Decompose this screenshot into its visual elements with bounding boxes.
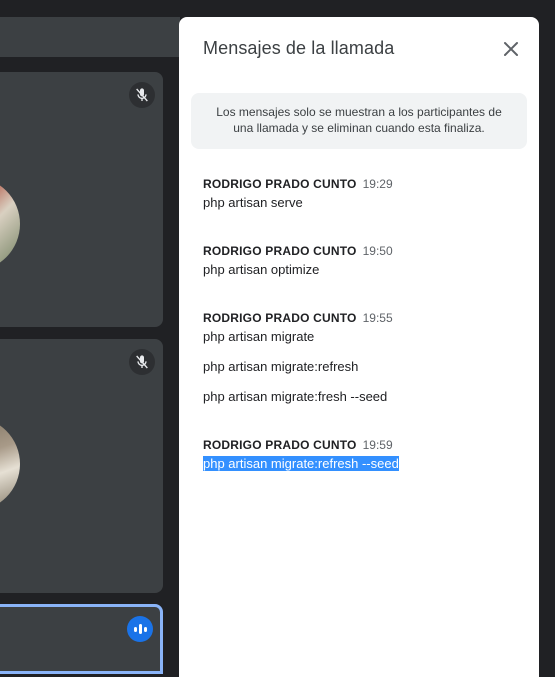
participant-avatar (0, 177, 20, 271)
message-sender: RODRIGO PRADO CUNTO (203, 311, 357, 325)
message-sender: RODRIGO PRADO CUNTO (203, 244, 357, 258)
panel-title: Mensajes de la llamada (203, 38, 395, 58)
message-sender: RODRIGO PRADO CUNTO (203, 177, 357, 191)
message-group: RODRIGO PRADO CUNTO 19:50 php artisan opt… (203, 242, 523, 279)
message-group: RODRIGO PRADO CUNTO 19:29 php artisan ser… (203, 175, 523, 212)
close-button[interactable] (499, 37, 523, 61)
message-text-selected[interactable]: php artisan migrate:refresh --seed (203, 456, 399, 471)
privacy-notice: Los mensajes solo se muestran a los part… (191, 93, 527, 149)
participant-tile-active-speaker[interactable] (0, 604, 163, 674)
participant-tile[interactable] (0, 72, 163, 327)
message-time: 19:59 (362, 438, 393, 452)
message-time: 19:29 (362, 177, 393, 191)
message-text[interactable]: php artisan migrate (203, 328, 523, 346)
chat-panel: Mensajes de la llamada Los mensajes solo… (179, 17, 539, 677)
participant-tile[interactable] (0, 339, 163, 593)
message-group: RODRIGO PRADO CUNTO 19:55 php artisan mig… (203, 309, 523, 406)
message-text[interactable]: php artisan migrate:refresh (203, 358, 523, 376)
meeting-top-bar (0, 17, 180, 57)
speaking-indicator-icon (127, 616, 153, 642)
mic-off-icon (129, 349, 155, 375)
top-strip (0, 0, 555, 17)
message-time: 19:50 (362, 244, 393, 258)
message-text[interactable]: php artisan migrate:fresh --seed (203, 388, 523, 406)
message-list: RODRIGO PRADO CUNTO 19:29 php artisan ser… (203, 175, 523, 503)
message-text[interactable]: php artisan serve (203, 194, 523, 212)
mic-off-icon (129, 82, 155, 108)
message-time: 19:55 (362, 311, 393, 325)
message-group: RODRIGO PRADO CUNTO 19:59 php artisan mig… (203, 436, 523, 473)
close-icon (504, 42, 518, 56)
message-sender: RODRIGO PRADO CUNTO (203, 438, 357, 452)
participant-avatar (0, 417, 20, 511)
message-text[interactable]: php artisan optimize (203, 261, 523, 279)
